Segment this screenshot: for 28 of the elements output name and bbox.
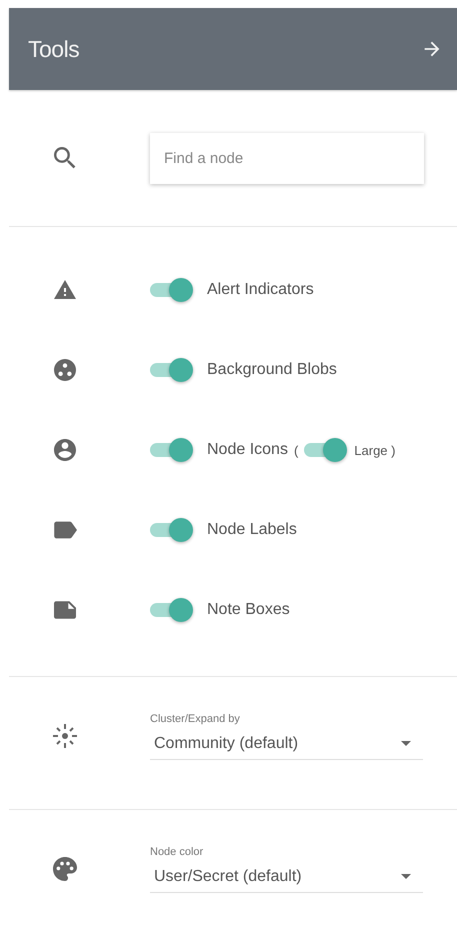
- dropdown-select[interactable]: Community (default): [150, 730, 423, 760]
- toggle-label: Node Icons: [207, 441, 288, 459]
- toggle-switch[interactable]: [150, 598, 194, 622]
- search-field[interactable]: Find a node: [150, 132, 424, 184]
- caret-icon: [401, 874, 411, 879]
- toggle-label: Note Boxes: [207, 601, 290, 619]
- note-icon: [54, 600, 76, 620]
- toggle-switch[interactable]: [150, 358, 194, 382]
- panel-title: Tools: [28, 36, 80, 62]
- toggle-switch[interactable]: [150, 278, 194, 302]
- dropdown-select[interactable]: User/Secret (default): [150, 864, 423, 892]
- sparkle-icon: [52, 723, 78, 749]
- select-label: Cluster/Expand by: [150, 712, 240, 724]
- toggle-label: Alert Indicators: [207, 281, 314, 299]
- toggle-switch[interactable]: [150, 438, 194, 462]
- toggle-switch[interactable]: [150, 518, 194, 542]
- blobs-icon: [54, 359, 76, 381]
- search-icon: [54, 147, 76, 169]
- paren-text: (: [294, 442, 298, 458]
- select-label: Node color: [150, 846, 204, 858]
- warning-icon: [54, 280, 76, 300]
- toggle-label: Node Labels: [207, 521, 297, 539]
- toggle-switch[interactable]: [304, 438, 348, 462]
- caret-icon: [401, 741, 411, 746]
- toggle-label: Background Blobs: [207, 361, 337, 379]
- label-icon: [52, 521, 76, 539]
- palette-icon: [52, 857, 76, 881]
- toggle-label: Large ): [354, 442, 396, 458]
